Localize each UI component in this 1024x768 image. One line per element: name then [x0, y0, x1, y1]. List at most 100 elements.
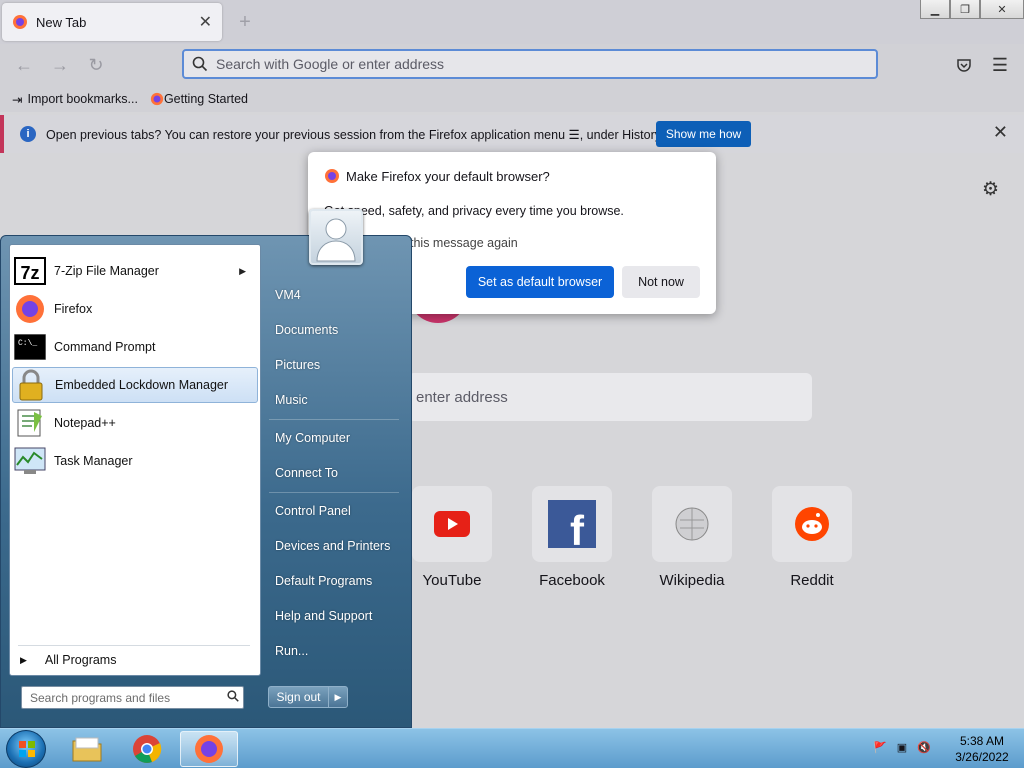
- firefox-icon: [13, 15, 27, 29]
- facebook-icon: f: [548, 500, 596, 548]
- user-icon: [316, 218, 356, 262]
- top-site-reddit[interactable]: Reddit: [772, 486, 852, 589]
- tab-strip: New Tab ✕ + ▁ ❐ ✕: [0, 0, 1024, 44]
- reload-button[interactable]: ↻: [82, 52, 110, 78]
- search-programs-input[interactable]: [30, 690, 223, 705]
- dialog-body: Get speed, safety, and privacy every tim…: [324, 204, 624, 218]
- back-button[interactable]: ←: [10, 52, 38, 78]
- youtube-icon: [434, 511, 470, 537]
- taskbar: 🚩 ▣ 🔇 5:38 AM 3/26/2022: [0, 728, 1024, 768]
- program-7zip[interactable]: 7z 7-Zip File Manager ▶: [12, 253, 258, 289]
- divider: [18, 645, 250, 646]
- svg-text:f: f: [570, 507, 585, 548]
- new-tab-button[interactable]: +: [232, 10, 258, 36]
- lock-icon: [15, 369, 47, 401]
- windows-logo-icon: [19, 741, 35, 757]
- dialog-title: Make Firefox your default browser?: [346, 168, 550, 184]
- clock-date: 3/26/2022: [955, 750, 1009, 764]
- start-link-run[interactable]: Run...: [275, 644, 308, 658]
- program-firefox[interactable]: Firefox: [12, 291, 258, 327]
- taskbar-firefox[interactable]: [180, 731, 238, 767]
- start-link-devices-and-printers[interactable]: Devices and Printers: [275, 539, 390, 553]
- url-input[interactable]: [216, 56, 876, 72]
- notepad-icon: [14, 407, 46, 439]
- action-center-flag-icon[interactable]: 🚩: [872, 739, 888, 755]
- submenu-arrow-icon: ▶: [239, 265, 246, 276]
- start-link-music[interactable]: Music: [275, 393, 308, 407]
- url-bar[interactable]: [182, 49, 878, 79]
- user-avatar[interactable]: [309, 209, 363, 265]
- sign-out-button[interactable]: Sign out ▶: [268, 686, 348, 708]
- info-icon: i: [20, 126, 36, 142]
- chrome-icon: [133, 735, 162, 763]
- firefox-icon: [14, 293, 46, 325]
- not-now-button[interactable]: Not now: [622, 266, 700, 298]
- bookmarks-toolbar: ⇥ Import bookmarks... Getting Started: [0, 86, 1024, 112]
- taskbar-clock[interactable]: 5:38 AM 3/26/2022: [950, 733, 1014, 765]
- gear-icon[interactable]: ⚙: [982, 178, 999, 201]
- start-link-default-programs[interactable]: Default Programs: [275, 574, 372, 588]
- dont-show-checkbox-label[interactable]: this message again: [410, 236, 518, 250]
- top-site-facebook[interactable]: f Facebook: [532, 486, 612, 589]
- pocket-icon[interactable]: [950, 52, 978, 78]
- system-tray: 🚩 ▣ 🔇: [872, 739, 932, 755]
- taskbar-chrome[interactable]: [118, 731, 176, 767]
- search-icon[interactable]: [223, 690, 243, 705]
- taskbar-explorer[interactable]: [58, 731, 116, 767]
- bookmark-getting-started[interactable]: Getting Started: [150, 92, 248, 106]
- start-link-my-computer[interactable]: My Computer: [275, 431, 350, 445]
- start-link-documents[interactable]: Documents: [275, 323, 338, 337]
- divider: [269, 419, 399, 420]
- window-close-button[interactable]: ✕: [980, 0, 1024, 19]
- wikipedia-icon: [675, 507, 709, 541]
- infobar-message: Open previous tabs? You can restore your…: [46, 127, 664, 142]
- cmd-icon: C:\_: [14, 331, 46, 363]
- program-task-manager[interactable]: Task Manager: [12, 443, 258, 479]
- bookmark-import[interactable]: ⇥ Import bookmarks...: [12, 92, 138, 107]
- tab-title: New Tab: [36, 14, 87, 30]
- start-link-user[interactable]: VM4: [275, 288, 301, 302]
- divider: [269, 492, 399, 493]
- start-menu: 7z 7-Zip File Manager ▶ Firefox C:\_ Com…: [0, 235, 412, 728]
- reddit-icon: [795, 507, 829, 541]
- all-programs-item[interactable]: ▶ All Programs: [20, 653, 116, 667]
- window-controls: ▁ ❐ ✕: [920, 0, 1024, 19]
- 7zip-icon: 7z: [14, 255, 46, 287]
- import-icon: ⇥: [12, 92, 23, 107]
- content-search-box[interactable]: enter address: [408, 373, 812, 421]
- firefox-icon: [150, 92, 164, 106]
- start-link-control-panel[interactable]: Control Panel: [275, 504, 351, 518]
- network-icon[interactable]: ▣: [894, 739, 910, 755]
- svg-text:7z: 7z: [20, 263, 39, 283]
- start-button[interactable]: [6, 730, 46, 768]
- program-notepad-plus-plus[interactable]: Notepad++: [12, 405, 258, 441]
- search-programs-box[interactable]: [21, 686, 244, 709]
- minimize-button[interactable]: ▁: [920, 0, 950, 19]
- app-menu-icon[interactable]: ☰: [986, 52, 1014, 78]
- svg-text:C:\_: C:\_: [18, 339, 37, 348]
- restore-session-infobar: i Open previous tabs? You can restore yo…: [0, 115, 1024, 153]
- programs-pane: 7z 7-Zip File Manager ▶ Firefox C:\_ Com…: [9, 244, 261, 676]
- shutdown-options-arrow-icon[interactable]: ▶: [329, 687, 347, 707]
- forward-button[interactable]: →: [46, 52, 74, 78]
- top-site-youtube[interactable]: YouTube: [412, 486, 492, 589]
- program-embedded-lockdown-manager[interactable]: Embedded Lockdown Manager: [12, 367, 258, 403]
- program-command-prompt[interactable]: C:\_ Command Prompt: [12, 329, 258, 365]
- expand-arrow-icon: ▶: [20, 654, 27, 665]
- set-default-browser-button[interactable]: Set as default browser: [466, 266, 614, 298]
- clock-time: 5:38 AM: [959, 734, 1005, 748]
- start-link-pictures[interactable]: Pictures: [275, 358, 320, 372]
- start-link-connect-to[interactable]: Connect To: [275, 466, 338, 480]
- show-me-how-button[interactable]: Show me how: [656, 121, 751, 147]
- close-tab-icon[interactable]: ✕: [199, 12, 212, 32]
- volume-muted-icon[interactable]: 🔇: [916, 739, 932, 755]
- task-manager-icon: [14, 445, 46, 477]
- firefox-icon: [325, 169, 339, 183]
- search-icon: [192, 56, 208, 72]
- close-infobar-icon[interactable]: ✕: [993, 122, 1008, 143]
- restore-button[interactable]: ❐: [950, 0, 980, 19]
- folder-icon: [72, 737, 102, 762]
- tab-new-tab[interactable]: New Tab ✕: [2, 3, 222, 41]
- start-link-help-and-support[interactable]: Help and Support: [275, 609, 372, 623]
- top-site-wikipedia[interactable]: Wikipedia: [652, 486, 732, 589]
